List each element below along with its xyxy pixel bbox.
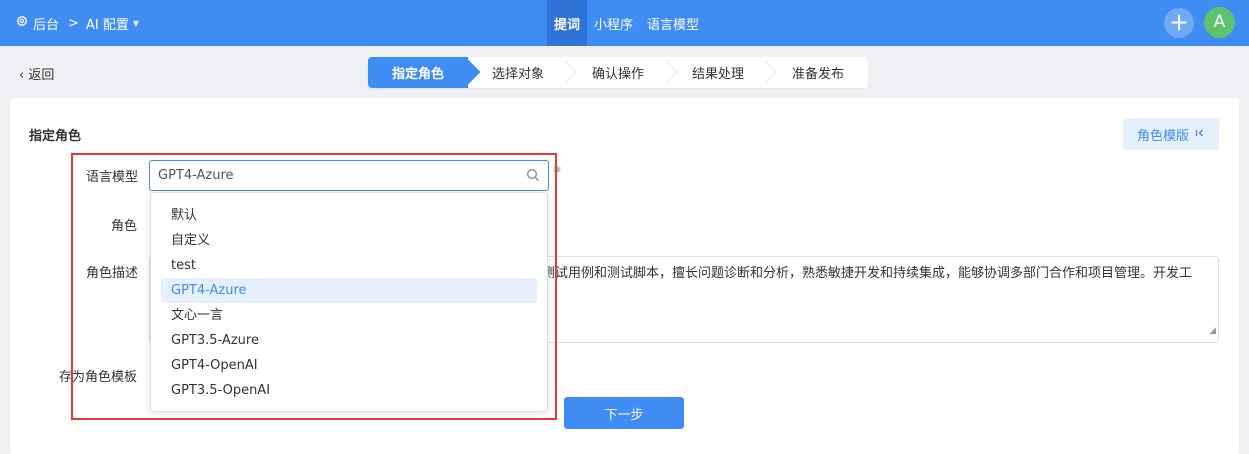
chevron-left-icon: ‹ (19, 68, 25, 83)
nav-tab-miniprogram[interactable]: 小程序 (587, 0, 640, 46)
dropdown-option[interactable]: 文心一言 (161, 303, 537, 328)
next-step-button[interactable]: 下一步 (564, 397, 684, 429)
step-result-processing[interactable]: 结果处理 (668, 57, 778, 88)
model-select-value: GPT4-Azure (158, 168, 234, 183)
step-confirm-action[interactable]: 确认操作 (568, 57, 678, 88)
back-link[interactable]: ‹ 返回 (19, 64, 54, 83)
collapse-left-icon (1195, 127, 1205, 142)
main-nav: 提词 小程序 语言模型 (547, 0, 706, 46)
step-label: 指定角色 (391, 67, 444, 82)
step-prepare-publish[interactable]: 准备发布 (768, 57, 868, 88)
dropdown-option[interactable]: GPT3.5-Azure (161, 328, 537, 353)
dropdown-option-selected[interactable]: GPT4-Azure (161, 278, 537, 303)
step-label: 结果处理 (691, 67, 744, 82)
dropdown-option[interactable]: GPT3.5-OpenAI (161, 378, 537, 403)
section-title: 指定角色 (29, 129, 82, 144)
step-label: 准备发布 (791, 67, 844, 82)
search-icon (526, 168, 540, 186)
breadcrumb-home-label: 后台 (33, 17, 60, 33)
model-label: 语言模型 (86, 170, 139, 185)
save-as-template-label: 存为角色模板 (59, 370, 138, 385)
role-template-label: 角色模版 (1136, 128, 1189, 144)
role-template-button[interactable]: 角色模版 (1123, 118, 1219, 150)
top-navigation-bar: 后台 > AI 配置 ▼ 提词 小程序 语言模型 + A (0, 0, 1249, 46)
step-select-object[interactable]: 选择对象 (468, 57, 578, 88)
back-label: 返回 (28, 68, 55, 83)
step-specify-role[interactable]: 指定角色 (368, 56, 481, 88)
info-marker: ✱ (553, 165, 562, 176)
caret-down-icon: ▼ (132, 18, 140, 28)
nav-tab-prompt[interactable]: 提词 (547, 0, 588, 46)
role-label: 角色 (111, 219, 138, 234)
avatar[interactable]: A (1204, 7, 1235, 38)
dropdown-option[interactable]: 自定义 (161, 228, 537, 253)
breadcrumb-ai-label: AI 配置 (86, 17, 129, 33)
breadcrumb-separator: > (68, 15, 79, 31)
step-label: 确认操作 (591, 67, 644, 82)
gear-icon (16, 15, 28, 31)
dropdown-option[interactable]: 默认 (161, 203, 537, 228)
add-button[interactable]: + (1164, 8, 1194, 38)
model-select[interactable]: GPT4-Azure (149, 160, 549, 191)
nav-tab-language-model[interactable]: 语言模型 (640, 0, 706, 46)
model-dropdown: 默认 自定义 test GPT4-Azure 文心一言 GPT3.5-Azure… (150, 192, 548, 412)
breadcrumb-ai-config[interactable]: AI 配置 ▼ (86, 0, 139, 46)
resize-handle-icon[interactable]: ◢ (1209, 322, 1216, 340)
step-progress: 指定角色 选择对象 确认操作 结果处理 准备发布 (368, 56, 868, 88)
step-label: 选择对象 (491, 67, 544, 82)
dropdown-option[interactable]: GPT4-OpenAI (161, 353, 537, 378)
desc-label: 角色描述 (86, 266, 139, 281)
breadcrumb-home[interactable]: 后台 (16, 0, 59, 46)
dropdown-option[interactable]: test (161, 253, 537, 278)
